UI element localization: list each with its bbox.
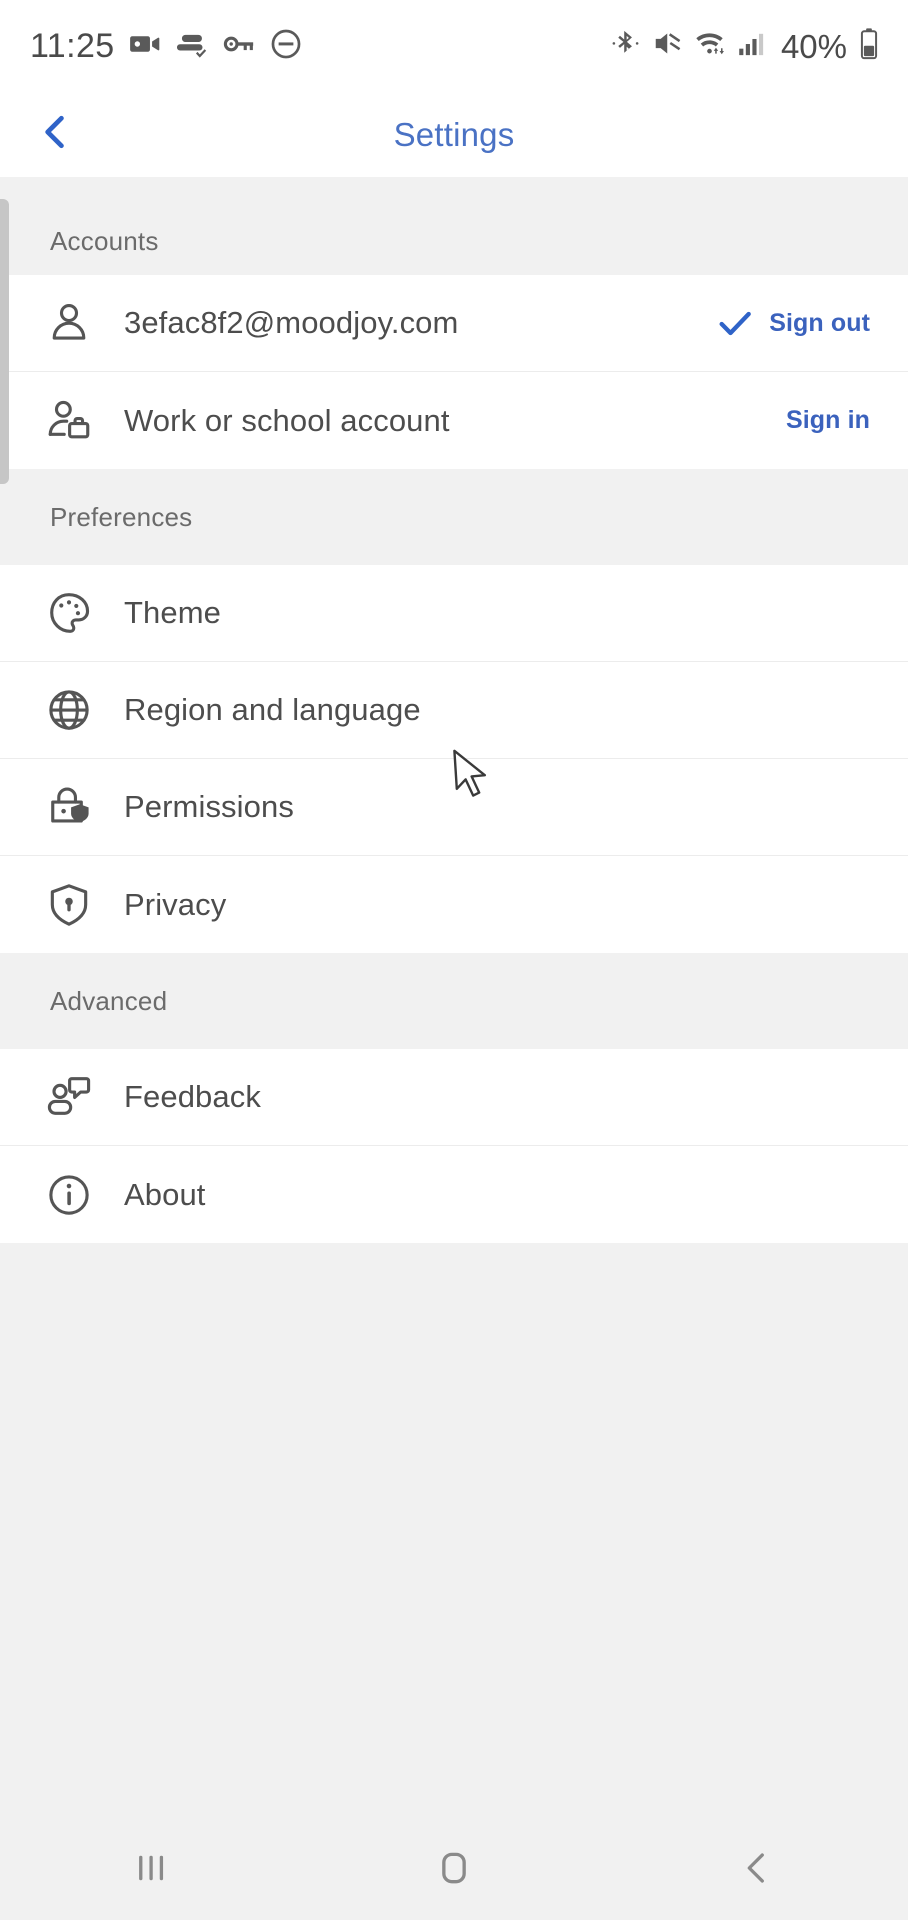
- sign-in-button[interactable]: Sign in: [786, 406, 878, 435]
- section-header-preferences: Preferences: [0, 469, 908, 565]
- list-item-permissions[interactable]: Permissions: [0, 759, 908, 856]
- list-item-label: Permissions: [124, 789, 294, 824]
- checkmark-icon: [715, 303, 755, 343]
- chevron-left-icon: [33, 110, 77, 159]
- battery-icon: [858, 27, 880, 66]
- wifi-icon: [694, 28, 725, 64]
- section-header-advanced: Advanced: [0, 953, 908, 1049]
- list-item-account-personal[interactable]: 3efac8f2@moodjoy.com Sign out: [0, 275, 908, 372]
- app-header: Settings: [0, 92, 908, 177]
- header-back-button[interactable]: [20, 100, 90, 170]
- section-title: Accounts: [50, 226, 159, 256]
- list-item-label: Region and language: [124, 692, 421, 727]
- recents-button[interactable]: [91, 1820, 211, 1920]
- cellular-signal-icon: [736, 28, 767, 64]
- battery-percent-label: 40%: [780, 27, 847, 65]
- section-rows-preferences: Theme Region and language Permissions Pr…: [0, 565, 908, 953]
- section-title: Preferences: [50, 501, 193, 532]
- status-bar-right: 40%: [610, 27, 880, 66]
- bluetooth-icon: [610, 28, 641, 64]
- home-icon: [433, 1847, 475, 1894]
- list-item-label: Theme: [124, 595, 221, 630]
- recents-icon: [130, 1847, 172, 1894]
- list-item-label: 3efac8f2@moodjoy.com: [124, 305, 459, 340]
- list-item-label: Privacy: [124, 886, 227, 922]
- section-title: Advanced: [50, 985, 168, 1016]
- status-bar: 11:25 40%: [0, 0, 908, 92]
- status-clock: 11:25: [30, 27, 115, 65]
- person-chat-icon: [44, 1072, 106, 1122]
- list-item-privacy[interactable]: Privacy: [0, 856, 908, 953]
- phone-screen: 11:25 40% Settings Accounts 3efac8f2@moo…: [0, 0, 908, 1920]
- list-item-label: Feedback: [124, 1079, 261, 1114]
- volume-muted-icon: [652, 28, 683, 64]
- lock-shield-icon: [44, 782, 106, 832]
- back-button[interactable]: [697, 1820, 817, 1920]
- sign-out-label: Sign out: [769, 308, 870, 337]
- scrollbar-thumb[interactable]: [0, 199, 9, 484]
- list-item-feedback[interactable]: Feedback: [0, 1049, 908, 1146]
- section-header-accounts: Accounts: [0, 177, 908, 275]
- list-item-about[interactable]: About: [0, 1146, 908, 1243]
- key-icon: [222, 27, 256, 66]
- list-item-label: Work or school account: [124, 402, 450, 438]
- content-filler: [0, 1243, 908, 1820]
- page-title: Settings: [393, 115, 515, 153]
- home-button[interactable]: [394, 1820, 514, 1920]
- list-item-theme[interactable]: Theme: [0, 565, 908, 662]
- settings-scroll-container[interactable]: Accounts 3efac8f2@moodjoy.com Sign out W…: [0, 177, 908, 1820]
- video-camera-icon: [128, 27, 162, 66]
- do-not-disturb-icon: [269, 27, 303, 66]
- section-rows-advanced: Feedback About: [0, 1049, 908, 1243]
- list-item-account-work[interactable]: Work or school account Sign in: [0, 372, 908, 469]
- android-navigation-bar: [0, 1820, 908, 1920]
- palette-icon: [44, 588, 106, 638]
- status-bar-left: 11:25: [30, 27, 303, 66]
- globe-icon: [44, 685, 106, 735]
- info-circle-icon: [44, 1170, 106, 1220]
- person-icon: [44, 298, 106, 348]
- list-item-region-language[interactable]: Region and language: [0, 662, 908, 759]
- sign-out-button[interactable]: Sign out: [715, 303, 878, 343]
- vpn-key-shield-icon: [175, 27, 209, 66]
- sign-in-label: Sign in: [785, 406, 870, 434]
- back-chevron-icon: [736, 1847, 778, 1894]
- section-rows-accounts: 3efac8f2@moodjoy.com Sign out Work or sc…: [0, 275, 908, 469]
- list-item-label: About: [124, 1176, 206, 1212]
- shield-keyhole-icon: [44, 880, 106, 930]
- person-briefcase-icon: [44, 396, 106, 446]
